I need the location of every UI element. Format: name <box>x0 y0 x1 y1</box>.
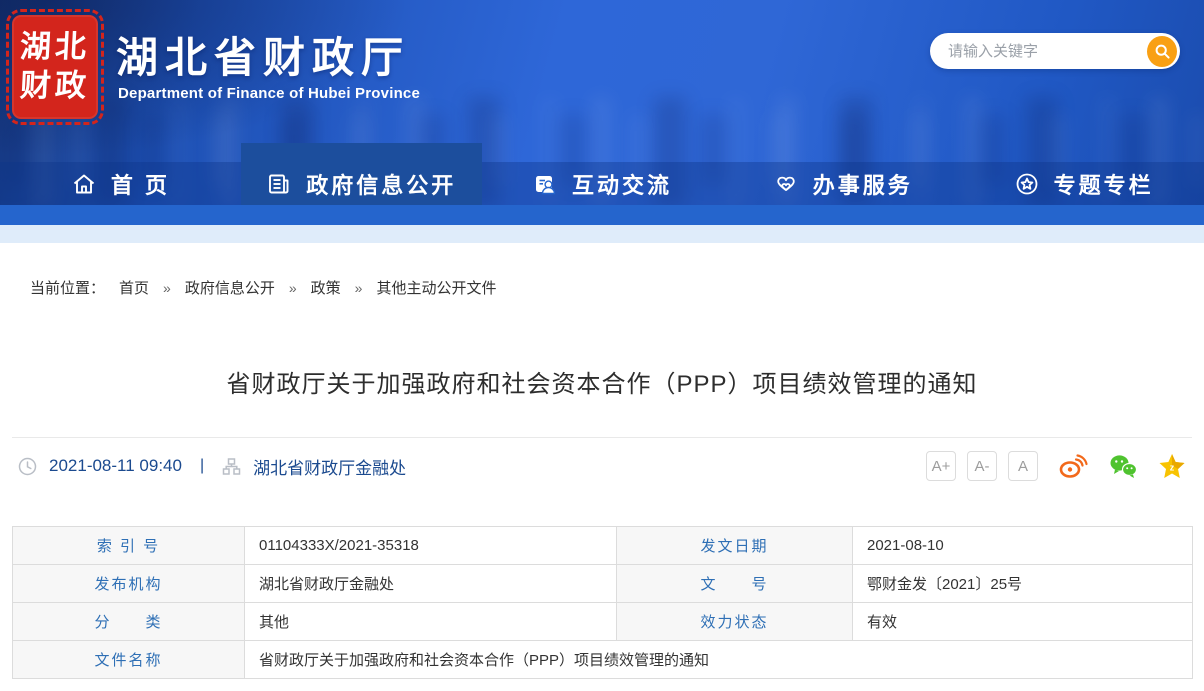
wechat-share-icon[interactable] <box>1108 453 1138 479</box>
field-value-document-name: 省财政厅关于加强政府和社会资本合作（PPP）项目绩效管理的通知 <box>245 641 1193 679</box>
field-value-category: 其他 <box>245 603 617 641</box>
star-circle-icon <box>1014 171 1040 197</box>
nav-item-interaction[interactable]: 互动交流 <box>482 162 723 205</box>
chat-person-icon <box>532 171 558 197</box>
field-value-validity-status: 有效 <box>853 603 1193 641</box>
breadcrumb-item-other-docs[interactable]: 其他主动公开文件 <box>376 277 496 298</box>
nav-label: 政府信息公开 <box>306 168 456 200</box>
field-label-document-number: 文 号 <box>617 565 853 603</box>
search-icon <box>1154 43 1171 60</box>
search-input[interactable] <box>948 43 1147 60</box>
field-value-issue-date: 2021-08-10 <box>853 527 1193 565</box>
article-meta-left: 2021-08-11 09:40 | 湖北省财政厅金融处 <box>18 454 406 479</box>
field-value-issuing-agency: 湖北省财政厅金融处 <box>245 565 617 603</box>
breadcrumb-item-policy[interactable]: 政策 <box>311 277 341 298</box>
nav-item-gov-info[interactable]: 政府信息公开 <box>241 162 482 205</box>
breadcrumb-item-home[interactable]: 首页 <box>119 277 149 298</box>
document-icon <box>266 171 292 197</box>
seal-text-line2: 财政 <box>19 67 91 106</box>
organization-icon <box>222 457 241 476</box>
clock-icon <box>18 457 37 476</box>
meta-separator: | <box>200 457 204 475</box>
breadcrumb-item-gov-info[interactable]: 政府信息公开 <box>185 277 275 298</box>
font-larger-button[interactable]: A+ <box>926 451 956 481</box>
nav-label: 办事服务 <box>813 168 913 200</box>
main-content: 当前位置： 首页 » 政府信息公开 » 政策 » 其他主动公开文件 省财政厅关于… <box>0 243 1204 679</box>
hearts-icon <box>773 171 799 197</box>
nav-label: 互动交流 <box>572 168 672 200</box>
field-label-validity-status: 效力状态 <box>617 603 853 641</box>
nav-item-services[interactable]: 办事服务 <box>722 162 963 205</box>
breadcrumb-separator: » <box>289 280 297 296</box>
document-info-table: 索 引 号 01104333X/2021-35318 发文日期 2021-08-… <box>12 526 1193 679</box>
nav-item-home[interactable]: 首 页 <box>0 162 241 205</box>
field-value-index-number: 01104333X/2021-35318 <box>245 527 617 565</box>
agency-seal-logo[interactable]: 湖北 财政 <box>12 15 98 119</box>
weibo-share-icon[interactable] <box>1058 453 1088 479</box>
site-title: 湖北省财政厅 <box>116 24 410 85</box>
breadcrumb-separator: » <box>163 280 171 296</box>
search-button[interactable] <box>1147 36 1177 67</box>
field-label-issuing-agency: 发布机构 <box>13 565 245 603</box>
nav-label: 专题专栏 <box>1054 168 1154 200</box>
table-row: 文件名称 省财政厅关于加强政府和社会资本合作（PPP）项目绩效管理的通知 <box>13 641 1193 679</box>
article-meta-right: A+ A- A z <box>926 451 1186 481</box>
font-smaller-button[interactable]: A- <box>967 451 997 481</box>
home-icon <box>71 171 97 197</box>
qzone-share-icon[interactable]: z <box>1158 453 1186 480</box>
breadcrumb-separator: » <box>355 280 363 296</box>
page: 湖北 财政 湖北省财政厅 Department of Finance of Hu… <box>0 0 1204 691</box>
nav-item-special-topics[interactable]: 专题专栏 <box>963 162 1204 205</box>
table-row: 分 类 其他 效力状态 有效 <box>13 603 1193 641</box>
font-reset-button[interactable]: A <box>1008 451 1038 481</box>
source-department[interactable]: 湖北省财政厅金融处 <box>253 454 406 479</box>
search-bar <box>930 33 1180 69</box>
table-row: 发布机构 湖北省财政厅金融处 文 号 鄂财金发〔2021〕25号 <box>13 565 1193 603</box>
field-label-category: 分 类 <box>13 603 245 641</box>
breadcrumb-prefix: 当前位置： <box>30 277 105 298</box>
table-row: 索 引 号 01104333X/2021-35318 发文日期 2021-08-… <box>13 527 1193 565</box>
field-label-index-number: 索 引 号 <box>13 527 245 565</box>
field-label-issue-date: 发文日期 <box>617 527 853 565</box>
svg-text:z: z <box>1170 462 1175 472</box>
field-value-document-number: 鄂财金发〔2021〕25号 <box>853 565 1193 603</box>
publish-time: 2021-08-11 09:40 <box>49 456 182 476</box>
breadcrumb: 当前位置： 首页 » 政府信息公开 » 政策 » 其他主动公开文件 <box>30 277 1192 298</box>
seal-text-line1: 湖北 <box>19 28 91 67</box>
article-meta-bar: 2021-08-11 09:40 | 湖北省财政厅金融处 A+ A- A z <box>12 438 1192 493</box>
field-label-document-name: 文件名称 <box>13 641 245 679</box>
article-title: 省财政厅关于加强政府和社会资本合作（PPP）项目绩效管理的通知 <box>12 364 1192 399</box>
light-blue-band <box>0 225 1204 243</box>
main-navigation: 首 页 政府信息公开 互动交流 办事服务 专题专栏 <box>0 162 1204 205</box>
nav-bottom-strip <box>0 205 1204 225</box>
nav-label: 首 页 <box>111 168 170 200</box>
site-title-english: Department of Finance of Hubei Province <box>118 85 420 102</box>
